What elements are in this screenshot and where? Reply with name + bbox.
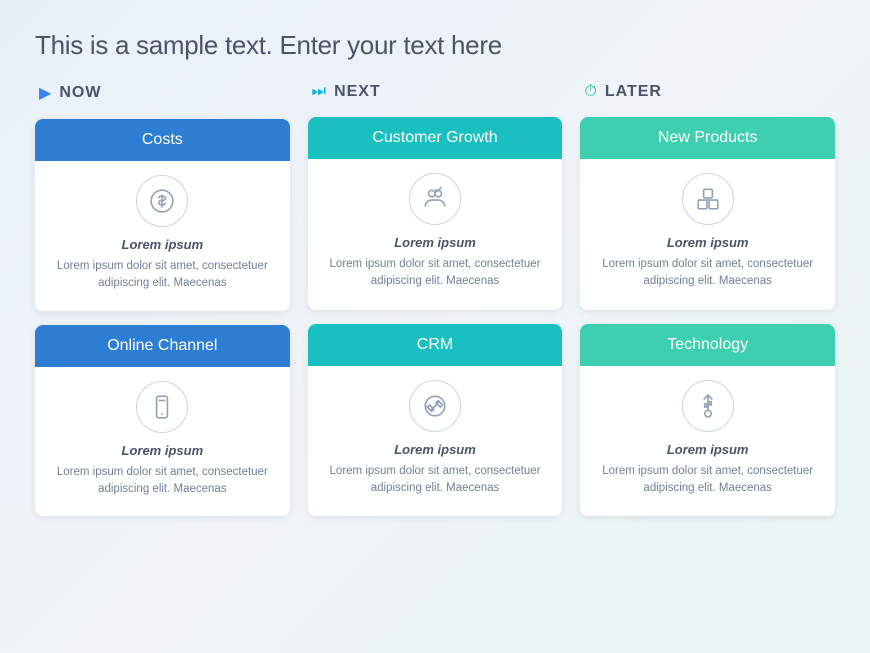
card-crm-subtitle: Lorem ipsum xyxy=(394,442,476,457)
column-header-later: ⏱ LATER xyxy=(580,83,835,101)
usb-icon xyxy=(682,380,734,432)
card-costs-text: Lorem ipsum dolor sit amet, consectetuer… xyxy=(51,258,274,293)
card-new-products-text: Lorem ipsum dolor sit amet, consectetuer… xyxy=(596,256,819,291)
card-customer-growth-text: Lorem ipsum dolor sit amet, consectetuer… xyxy=(324,256,547,291)
card-customer-growth-body: Lorem ipsum Lorem ipsum dolor sit amet, … xyxy=(308,159,563,309)
next-icon: ⏭ xyxy=(312,83,326,101)
boxes-icon xyxy=(682,173,734,225)
card-customer-growth-header: Customer Growth xyxy=(308,117,563,159)
card-online-channel-body: Lorem ipsum Lorem ipsum dolor sit amet, … xyxy=(35,367,290,517)
column-header-next: ⏭ NEXT xyxy=(308,83,563,101)
columns-container: ▶ NOW Costs Lorem ipsum Lorem ipsum dolo… xyxy=(35,83,835,516)
card-new-products: New Products Lorem ipsum Lorem ip xyxy=(580,117,835,310)
card-costs: Costs Lorem ipsum Lorem ipsum dolor sit … xyxy=(35,119,290,311)
column-header-now: ▶ NOW xyxy=(35,83,290,103)
card-costs-body: Lorem ipsum Lorem ipsum dolor sit amet, … xyxy=(35,161,290,311)
page-wrapper: This is a sample text. Enter your text h… xyxy=(0,0,870,653)
later-label: LATER xyxy=(605,83,662,101)
card-technology: Technology Lorem ipsum Lorem ipsum dolor… xyxy=(580,324,835,517)
column-next: ⏭ NEXT Customer Growth Lorem ipsum xyxy=(308,83,563,516)
card-new-products-subtitle: Lorem ipsum xyxy=(667,235,749,250)
column-later: ⏱ LATER New Products xyxy=(580,83,835,516)
card-online-channel-header: Online Channel xyxy=(35,325,290,367)
card-technology-text: Lorem ipsum dolor sit amet, consectetuer… xyxy=(596,463,819,498)
card-costs-header: Costs xyxy=(35,119,290,161)
card-technology-subtitle: Lorem ipsum xyxy=(667,442,749,457)
dollar-icon xyxy=(136,175,188,227)
column-now: ▶ NOW Costs Lorem ipsum Lorem ipsum dolo… xyxy=(35,83,290,516)
card-customer-growth-subtitle: Lorem ipsum xyxy=(394,235,476,250)
now-icon: ▶ xyxy=(39,83,51,103)
card-online-channel-text: Lorem ipsum dolor sit amet, consectetuer… xyxy=(51,464,274,499)
handshake-icon xyxy=(409,380,461,432)
now-label: NOW xyxy=(59,84,101,102)
card-crm-header: CRM xyxy=(308,324,563,366)
card-crm-body: Lorem ipsum Lorem ipsum dolor sit amet, … xyxy=(308,366,563,516)
card-crm-text: Lorem ipsum dolor sit amet, consectetuer… xyxy=(324,463,547,498)
card-crm: CRM Lorem ipsum Lorem ipsum dolor sit am… xyxy=(308,324,563,517)
next-label: NEXT xyxy=(334,83,381,101)
card-costs-subtitle: Lorem ipsum xyxy=(122,237,204,252)
card-technology-header: Technology xyxy=(580,324,835,366)
card-new-products-body: Lorem ipsum Lorem ipsum dolor sit amet, … xyxy=(580,159,835,309)
card-online-channel-subtitle: Lorem ipsum xyxy=(122,443,204,458)
later-icon: ⏱ xyxy=(584,83,596,101)
people-icon xyxy=(409,173,461,225)
card-new-products-header: New Products xyxy=(580,117,835,159)
mobile-icon xyxy=(136,381,188,433)
card-customer-growth: Customer Growth Lorem ipsum Lorem ipsum … xyxy=(308,117,563,310)
card-technology-body: Lorem ipsum Lorem ipsum dolor sit amet, … xyxy=(580,366,835,516)
main-title: This is a sample text. Enter your text h… xyxy=(35,30,835,61)
card-online-channel: Online Channel Lorem ipsum Lorem ipsum d… xyxy=(35,325,290,517)
